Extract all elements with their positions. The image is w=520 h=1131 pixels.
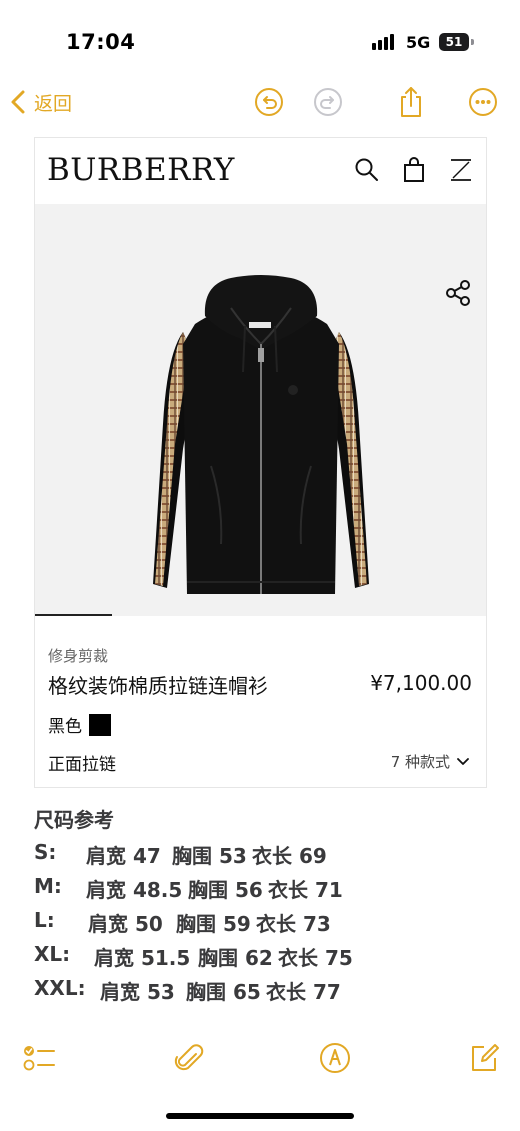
notes-toolbar: 返回 xyxy=(0,80,520,126)
markup-button[interactable] xyxy=(317,1040,353,1076)
size-chest: 胸围 59 xyxy=(176,912,251,936)
back-label: 返回 xyxy=(34,92,73,115)
cellular-signal-icon xyxy=(372,34,398,50)
size-shoulder: 肩宽 47 xyxy=(86,844,161,868)
more-icon xyxy=(469,88,497,116)
carousel-indicator xyxy=(35,614,112,616)
size-notes[interactable]: 尺码参考 S: 肩宽 47 胸围 53 衣长 69 M: 肩宽 48.5 胸围 … xyxy=(34,806,494,1010)
chevron-down-icon xyxy=(457,757,469,765)
product-name: 格纹装饰棉质拉链连帽衫 xyxy=(48,674,268,698)
share-product-button[interactable] xyxy=(443,278,473,308)
status-time: 17:04 xyxy=(66,30,136,54)
size-chest: 胸围 65 xyxy=(186,980,261,1004)
brand-header: BURBERRY xyxy=(35,138,486,204)
size-length: 衣长 77 xyxy=(266,980,341,1004)
menu-icon xyxy=(451,159,471,181)
compose-button[interactable] xyxy=(466,1040,502,1076)
chevron-left-icon xyxy=(11,90,25,114)
size-row-l: L: 肩宽 50 胸围 59 衣长 73 xyxy=(34,908,494,942)
size-shoulder: 肩宽 50 xyxy=(88,912,163,936)
closure-label: 正面拉链 xyxy=(48,755,116,775)
bag-button[interactable] xyxy=(400,156,428,184)
undo-button[interactable] xyxy=(252,85,286,119)
home-indicator[interactable] xyxy=(166,1113,354,1119)
markup-pen-icon xyxy=(320,1043,350,1073)
bottom-toolbar xyxy=(0,1036,520,1084)
size-shoulder: 肩宽 48.5 xyxy=(86,878,183,902)
variants-label: 7 种款式 xyxy=(390,753,450,771)
size-length: 衣长 69 xyxy=(252,844,327,868)
color-label: 黑色 xyxy=(48,717,82,737)
size-length: 衣长 75 xyxy=(278,946,353,970)
search-button[interactable] xyxy=(353,156,381,184)
share-button[interactable] xyxy=(394,85,428,119)
status-bar: 17:04 5G 51 xyxy=(0,0,520,80)
size-row-xl: XL: 肩宽 51.5 胸围 62 衣长 75 xyxy=(34,942,494,976)
color-selector[interactable]: 黑色 xyxy=(48,712,111,737)
size-name: L: xyxy=(34,908,55,932)
attachment-button[interactable] xyxy=(171,1040,207,1076)
size-shoulder: 肩宽 51.5 xyxy=(94,946,191,970)
brand-logo: BURBERRY xyxy=(47,152,235,188)
share-nodes-icon xyxy=(446,280,470,306)
fit-label: 修身剪裁 xyxy=(48,647,109,665)
product-image[interactable] xyxy=(35,204,486,616)
color-swatch-black[interactable] xyxy=(89,713,111,736)
product-price: ¥7,100.00 xyxy=(370,671,472,695)
back-button[interactable]: 返回 xyxy=(8,84,72,120)
hoodie-image xyxy=(153,275,369,594)
size-length: 衣长 73 xyxy=(256,912,331,936)
size-chest: 胸围 62 xyxy=(198,946,273,970)
search-icon xyxy=(355,158,378,181)
size-row-xxl: XXL: 肩宽 53 胸围 65 衣长 77 xyxy=(34,976,494,1010)
variants-dropdown[interactable]: 7 种款式 xyxy=(391,751,472,772)
size-length: 衣长 71 xyxy=(268,878,343,902)
size-chest: 胸围 53 xyxy=(172,844,247,868)
size-chest: 胸围 56 xyxy=(188,878,263,902)
redo-button[interactable] xyxy=(311,85,345,119)
checklist-button[interactable] xyxy=(21,1040,57,1076)
compose-icon xyxy=(472,1044,499,1071)
size-shoulder: 肩宽 53 xyxy=(100,980,175,1004)
more-button[interactable] xyxy=(466,85,500,119)
undo-icon xyxy=(255,88,283,116)
size-row-s: S: 肩宽 47 胸围 53 衣长 69 xyxy=(34,840,494,874)
share-icon xyxy=(401,87,421,117)
paperclip-icon xyxy=(174,1044,204,1071)
size-chart-title: 尺码参考 xyxy=(34,808,114,832)
size-name: S: xyxy=(34,840,57,864)
network-type: 5G xyxy=(406,33,431,52)
product-screenshot-card[interactable]: BURBERRY 修身剪裁 格纹装饰棉质拉链连帽衫 ¥7,100.00 黑色 正… xyxy=(34,137,487,788)
size-name: M: xyxy=(34,874,62,898)
battery-cap xyxy=(471,39,474,45)
size-name: XL: xyxy=(34,942,71,966)
redo-icon xyxy=(314,88,342,116)
size-row-m: M: 肩宽 48.5 胸围 56 衣长 71 xyxy=(34,874,494,908)
menu-button[interactable] xyxy=(447,156,475,184)
battery-icon: 51 xyxy=(439,33,469,51)
shopping-bag-icon xyxy=(404,157,424,182)
size-name: XXL: xyxy=(34,976,86,1000)
checklist-icon xyxy=(23,1046,55,1071)
